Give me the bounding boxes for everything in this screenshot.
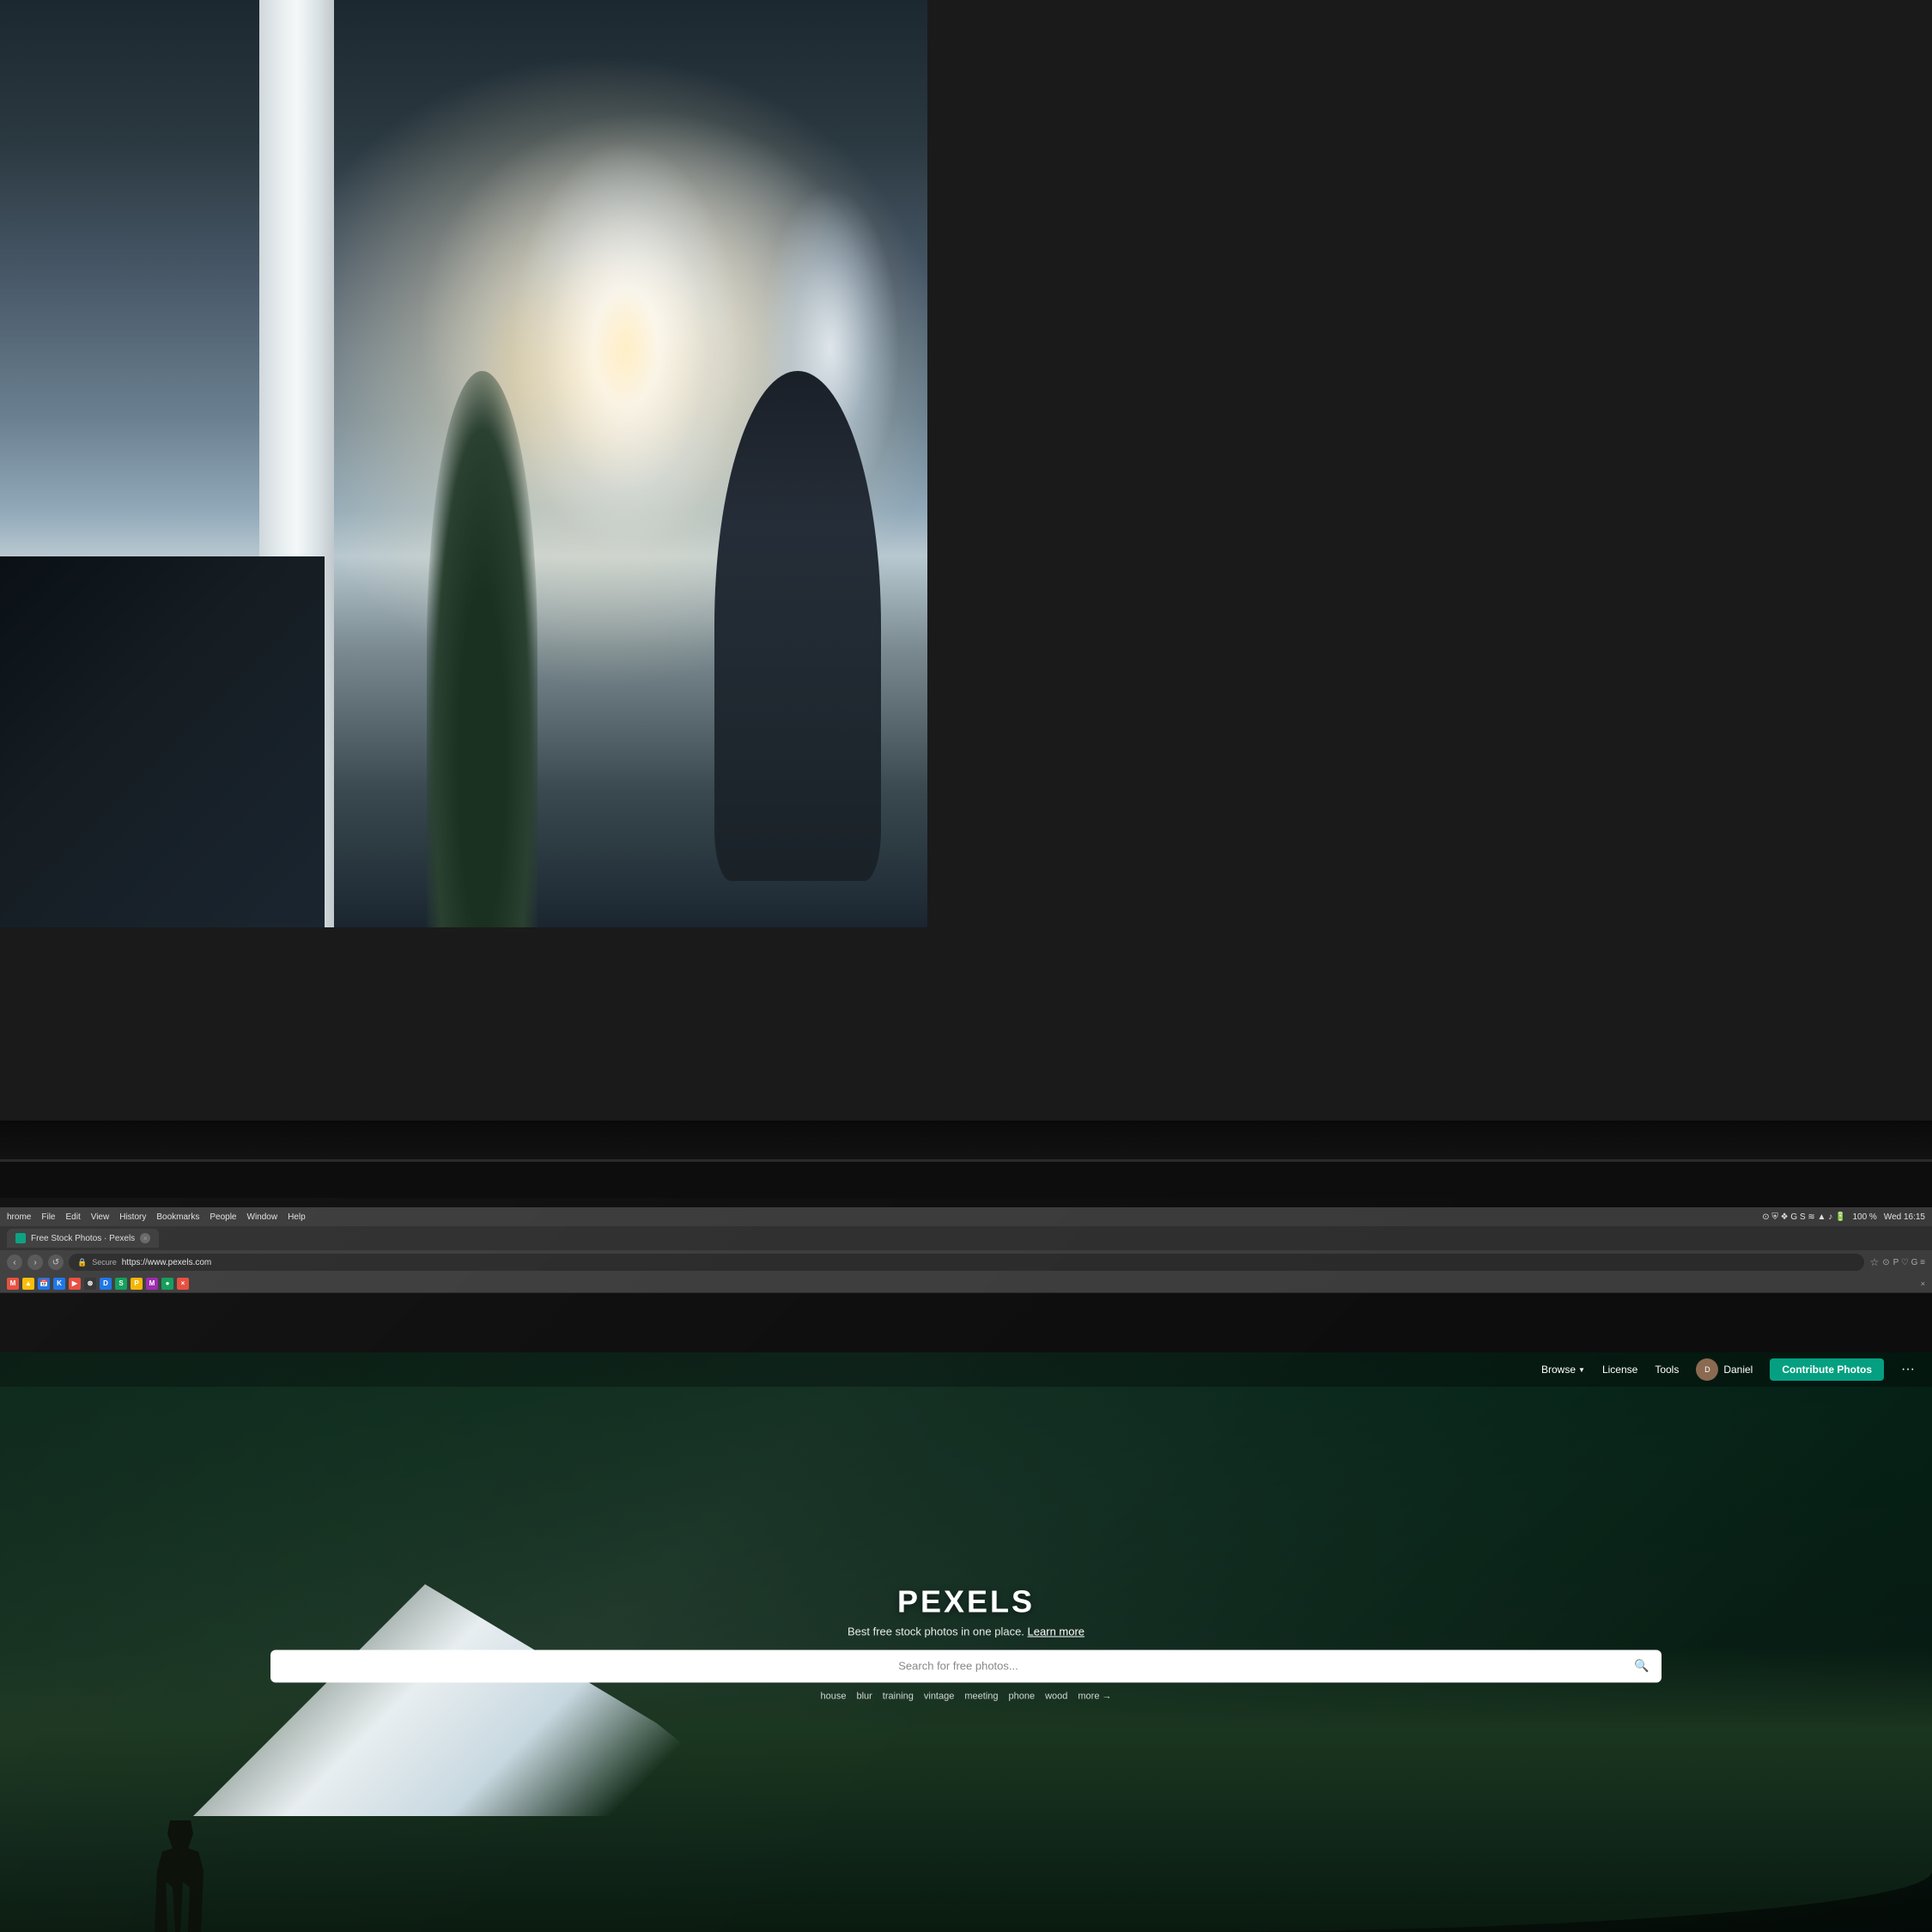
more-options-button[interactable]: ··· (1901, 1362, 1915, 1377)
gmail-icon[interactable]: M (7, 1278, 19, 1290)
macos-menu-bar: hrome File Edit View History Bookmarks P… (0, 1207, 1932, 1226)
battery-percentage: 100 % (1852, 1212, 1876, 1222)
status-icons: ⊙ ⛨ ❖ G S ≋ ▲ ♪ 🔋 (1762, 1212, 1845, 1222)
window-light-main (510, 139, 742, 556)
search-tags-row: house blur training vintage meeting phon… (193, 1691, 1739, 1701)
browse-nav-link[interactable]: Browse ▼ (1541, 1364, 1585, 1376)
hero-content: PEXELS Best free stock photos in one pla… (193, 1583, 1739, 1701)
menu-bookmarks[interactable]: Bookmarks (156, 1212, 199, 1222)
url-text: https://www.pexels.com (122, 1258, 211, 1267)
tag-house[interactable]: house (820, 1691, 846, 1701)
browser-tab-bar: Free Stock Photos · Pexels × (0, 1226, 1932, 1250)
close-tab-btn[interactable]: × (1921, 1279, 1925, 1288)
menu-edit[interactable]: Edit (65, 1212, 80, 1222)
active-tab[interactable]: Free Stock Photos · Pexels × (7, 1229, 159, 1248)
calendar-icon[interactable]: 📅 (38, 1278, 50, 1290)
learn-more-link[interactable]: Learn more (1028, 1625, 1084, 1637)
tag-training[interactable]: training (883, 1691, 914, 1701)
tag-meeting[interactable]: meeting (964, 1691, 998, 1701)
contribute-photos-button[interactable]: Contribute Photos (1770, 1358, 1884, 1381)
tag-phone[interactable]: phone (1009, 1691, 1036, 1701)
menu-people[interactable]: People (210, 1212, 236, 1222)
desk-area (0, 556, 325, 927)
pexels-website: Browse ▼ License Tools D Daniel Contribu… (0, 1352, 1932, 1932)
user-section: D Daniel (1696, 1358, 1753, 1381)
tools-nav-link[interactable]: Tools (1655, 1364, 1679, 1376)
back-button[interactable]: ‹ (7, 1255, 22, 1270)
forward-button[interactable]: › (27, 1255, 43, 1270)
menu-chrome[interactable]: hrome (7, 1212, 31, 1222)
plant-decoration (427, 371, 538, 927)
office-background (0, 0, 927, 927)
browser-action-icons: ☆ ⊙ P ♡ G ≡ (1869, 1256, 1925, 1268)
menu-history[interactable]: History (119, 1212, 146, 1222)
address-bar-row: ‹ › ↺ 🔒 Secure https://www.pexels.com ☆ … (0, 1250, 1932, 1274)
github-icon[interactable]: ⊛ (84, 1278, 96, 1290)
menu-view[interactable]: View (91, 1212, 110, 1222)
url-bar[interactable]: 🔒 Secure https://www.pexels.com (69, 1254, 1864, 1271)
tag-more[interactable]: more → (1078, 1691, 1111, 1701)
pexels-title: PEXELS (193, 1583, 1739, 1619)
youtube-icon[interactable]: ▶ (69, 1278, 81, 1290)
search-icon[interactable]: 🔍 (1634, 1658, 1649, 1674)
shield-icon: ⊙ (1882, 1258, 1889, 1267)
ext-green[interactable]: ● (161, 1278, 173, 1290)
reload-button[interactable]: ↺ (48, 1255, 64, 1270)
drive-icon[interactable]: ▲ (22, 1278, 34, 1290)
user-name[interactable]: Daniel (1723, 1364, 1753, 1376)
current-time: Wed 16:15 (1884, 1212, 1925, 1222)
secure-icon: 🔒 (77, 1258, 87, 1267)
extension-icons: P ♡ G ≡ (1893, 1258, 1925, 1267)
chair-element (714, 371, 881, 881)
medium-icon[interactable]: M (146, 1278, 158, 1290)
browse-dropdown-icon: ▼ (1578, 1366, 1585, 1374)
tab-favicon (15, 1233, 26, 1243)
tag-wood[interactable]: wood (1045, 1691, 1067, 1701)
ext-red[interactable]: × (177, 1278, 189, 1290)
user-avatar[interactable]: D (1696, 1358, 1718, 1381)
search-box[interactable]: Search for free photos... 🔍 (270, 1649, 1662, 1682)
user-avatar-letter: D (1704, 1365, 1710, 1374)
slides-icon[interactable]: P (131, 1278, 143, 1290)
menu-help[interactable]: Help (288, 1212, 306, 1222)
menu-window[interactable]: Window (247, 1212, 278, 1222)
pexels-subtitle: Best free stock photos in one place. Lea… (193, 1625, 1739, 1637)
sheets-icon[interactable]: S (115, 1278, 127, 1290)
tag-vintage[interactable]: vintage (924, 1691, 954, 1701)
pexels-navbar: Browse ▼ License Tools D Daniel Contribu… (0, 1352, 1932, 1387)
keep-icon[interactable]: K (53, 1278, 65, 1290)
menu-file[interactable]: File (41, 1212, 55, 1222)
search-placeholder: Search for free photos... (283, 1660, 1634, 1673)
tag-blur[interactable]: blur (856, 1691, 872, 1701)
tab-close-button[interactable]: × (140, 1233, 150, 1243)
extensions-row: M ▲ 📅 K ▶ ⊛ D S P M ● × × (0, 1274, 1932, 1293)
license-nav-link[interactable]: License (1602, 1364, 1637, 1376)
docs-icon[interactable]: D (100, 1278, 112, 1290)
tab-title: Free Stock Photos · Pexels (31, 1234, 135, 1243)
secure-label: Secure (92, 1258, 117, 1267)
menu-bar-right: ⊙ ⛨ ❖ G S ≋ ▲ ♪ 🔋 100 % Wed 16:15 (1762, 1212, 1925, 1222)
bookmark-icon[interactable]: ☆ (1869, 1256, 1879, 1268)
